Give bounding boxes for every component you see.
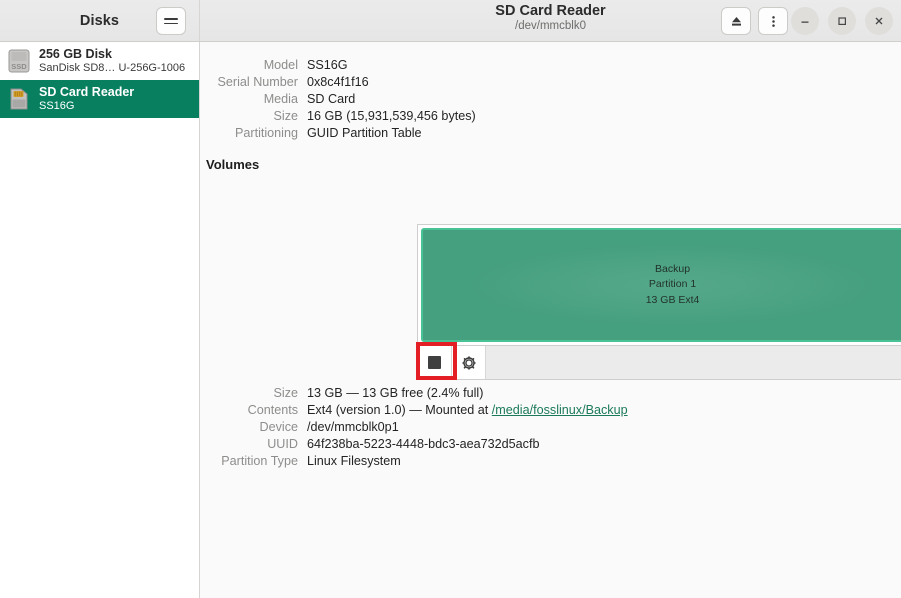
close-button[interactable]	[865, 7, 893, 35]
detail-label: Partition Type	[200, 452, 307, 469]
table-row: Partition Type Linux Filesystem	[200, 452, 628, 469]
detail-value: Ext4 (version 1.0) — Mounted at /media/f…	[307, 401, 628, 418]
volume-detail-table: Size 13 GB — 13 GB free (2.4% full) Cont…	[200, 384, 628, 469]
detail-label: Contents	[200, 401, 307, 418]
ssd-disk-icon: SSD	[7, 48, 31, 74]
table-row: Model SS16G	[200, 56, 476, 73]
close-icon	[873, 15, 885, 27]
partition-label: Backup Partition 1 13 GB Ext4	[646, 262, 700, 308]
drive-info-table: Model SS16G Serial Number 0x8c4f1f16 Med…	[200, 56, 476, 141]
table-row: Size 16 GB (15,931,539,456 bytes)	[200, 107, 476, 124]
sidebar-item-subtitle: SanDisk SD8… U-256G-1006	[39, 62, 185, 75]
detail-value: 64f238ba-5223-4448-bdc3-aea732d5acfb	[307, 435, 628, 452]
header-actions	[721, 7, 788, 35]
content-scrollbar[interactable]	[897, 42, 901, 598]
table-row: Serial Number 0x8c4f1f16	[200, 73, 476, 90]
detail-value: Linux Filesystem	[307, 452, 628, 469]
kebab-menu-icon	[766, 14, 781, 29]
table-row: UUID 64f238ba-5223-4448-bdc3-aea732d5acf…	[200, 435, 628, 452]
body-area: SSD 256 GB Disk SanDisk SD8… U-256G-1006	[0, 42, 901, 598]
partition-name: Backup	[646, 262, 700, 277]
table-row: Device /dev/mmcblk0p1	[200, 418, 628, 435]
partition-block-backup[interactable]: Backup Partition 1 13 GB Ext4	[421, 228, 901, 342]
volumes-heading: Volumes	[206, 157, 901, 172]
partition-size-fs: 13 GB Ext4	[646, 293, 700, 308]
info-value: 0x8c4f1f16	[307, 73, 476, 90]
more-options-button[interactable]	[758, 7, 788, 35]
volume-settings-button[interactable]	[452, 346, 486, 379]
info-label: Size	[200, 107, 307, 124]
unmount-stop-button[interactable]	[418, 346, 452, 379]
detail-value: /dev/mmcblk0p1	[307, 418, 628, 435]
maximize-icon	[836, 15, 848, 27]
mount-point-link[interactable]: /media/fosslinux/Backup	[492, 403, 628, 417]
detail-label: Device	[200, 418, 307, 435]
info-value: 16 GB (15,931,539,456 bytes)	[307, 107, 476, 124]
sidebar-item-256gb-disk[interactable]: SSD 256 GB Disk SanDisk SD8… U-256G-1006	[0, 42, 199, 80]
sidebar-item-subtitle: SS16G	[39, 100, 134, 113]
contents-text: Ext4 (version 1.0) — Mounted at	[307, 403, 492, 417]
hamburger-icon	[164, 15, 178, 27]
sd-card-icon	[7, 86, 31, 112]
detail-value: 13 GB — 13 GB free (2.4% full)	[307, 384, 628, 401]
gear-icon	[460, 354, 478, 372]
stop-square-icon	[428, 356, 441, 369]
svg-text:SSD: SSD	[11, 62, 27, 71]
window-controls	[791, 7, 893, 35]
app-menu-button[interactable]	[156, 7, 186, 35]
detail-label: UUID	[200, 435, 307, 452]
maximize-button[interactable]	[828, 7, 856, 35]
eject-button[interactable]	[721, 7, 751, 35]
volume-detail-panel: Size 13 GB — 13 GB free (2.4% full) Cont…	[200, 384, 628, 469]
volume-toolbar	[417, 346, 901, 380]
detail-label: Size	[200, 384, 307, 401]
sidebar-item-title: SD Card Reader	[39, 85, 134, 100]
info-label: Media	[200, 90, 307, 107]
toolbar-spacer	[486, 346, 901, 379]
sidebar-item-title: 256 GB Disk	[39, 47, 185, 62]
info-label: Partitioning	[200, 124, 307, 141]
header-main-section: SD Card Reader /dev/mmcblk0	[200, 0, 901, 41]
info-label: Serial Number	[200, 73, 307, 90]
disks-window: Disks SD Card Reader /dev/mmcblk0	[0, 0, 901, 598]
device-sidebar: SSD 256 GB Disk SanDisk SD8… U-256G-1006	[0, 42, 200, 598]
volume-bar: Backup Partition 1 13 GB Ext4 Free Space…	[417, 224, 901, 346]
app-title: Disks	[80, 13, 119, 29]
header-bar: Disks SD Card Reader /dev/mmcblk0	[0, 0, 901, 42]
table-row: Partitioning GUID Partition Table	[200, 124, 476, 141]
info-value: GUID Partition Table	[307, 124, 476, 141]
sidebar-item-text: 256 GB Disk SanDisk SD8… U-256G-1006	[39, 47, 185, 75]
info-label: Model	[200, 56, 307, 73]
minimize-button[interactable]	[791, 7, 819, 35]
sidebar-item-text: SD Card Reader SS16G	[39, 85, 134, 113]
table-row: Media SD Card	[200, 90, 476, 107]
minimize-icon	[799, 15, 811, 27]
eject-icon	[729, 14, 744, 29]
drive-detail-panel: Model SS16G Serial Number 0x8c4f1f16 Med…	[200, 42, 901, 598]
volumes-widget: Backup Partition 1 13 GB Ext4 Free Space…	[417, 224, 901, 380]
info-value: SS16G	[307, 56, 476, 73]
header-sidebar-section: Disks	[0, 0, 200, 41]
table-row: Contents Ext4 (version 1.0) — Mounted at…	[200, 401, 628, 418]
info-value: SD Card	[307, 90, 476, 107]
sidebar-item-sd-card-reader[interactable]: SD Card Reader SS16G	[0, 80, 199, 118]
partition-number: Partition 1	[646, 277, 700, 292]
table-row: Size 13 GB — 13 GB free (2.4% full)	[200, 384, 628, 401]
